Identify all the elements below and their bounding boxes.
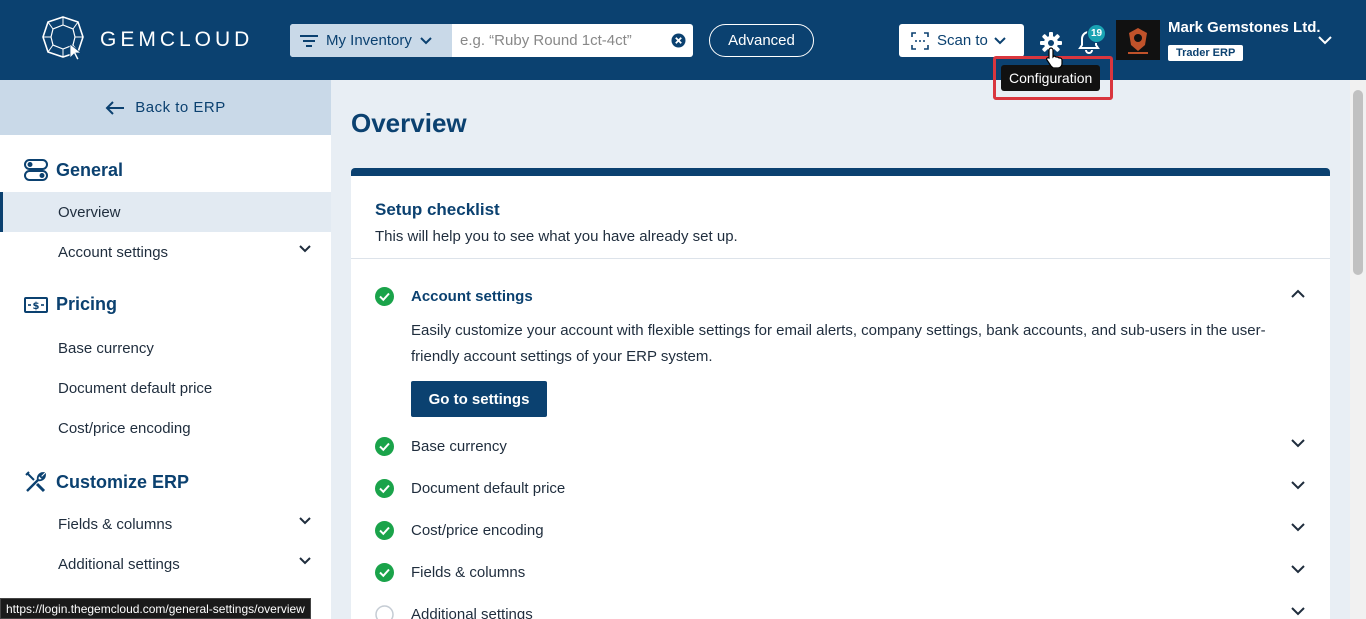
advanced-search-button[interactable]: Advanced — [709, 24, 814, 57]
hand-cursor-icon — [1046, 47, 1063, 68]
sidebar-item-fields-columns[interactable]: Fields & columns — [0, 504, 331, 544]
scan-to-dropdown[interactable]: Scan to — [899, 24, 1024, 57]
arrow-left-icon — [105, 100, 125, 115]
section-title: Pricing — [56, 294, 118, 314]
checklist-item-account-settings[interactable]: Account settings — [375, 281, 1305, 311]
sidebar-item-label: Overview — [58, 203, 121, 221]
sidebar-item-label: Fields & columns — [58, 515, 173, 533]
chevron-down-icon — [299, 557, 311, 565]
checklist-item-base-currency[interactable]: Base currency — [375, 431, 1305, 461]
go-to-settings-button[interactable]: Go to settings — [411, 381, 547, 417]
user-role-badge: Trader ERP — [1168, 45, 1244, 61]
close-circle-icon — [671, 33, 685, 48]
sidebar-item-base-currency[interactable]: Base currency — [0, 328, 331, 368]
scan-to-label: Scan to — [937, 32, 988, 49]
checklist-item-label: Cost/price encoding — [411, 521, 544, 539]
sidebar-item-label: Document default price — [58, 379, 213, 397]
avatar[interactable] — [1116, 20, 1160, 60]
sidebar-item-label: Additional settings — [58, 555, 180, 573]
setup-checklist-card: Setup checklist This will help you to se… — [351, 168, 1330, 619]
sidebar-section-customize-erp: Customize ERP — [24, 470, 189, 494]
checklist-item-label: Fields & columns — [411, 563, 526, 581]
sidebar-section-pricing: $ Pricing — [24, 294, 117, 315]
search-input[interactable] — [452, 24, 663, 57]
sidebar-item-overview[interactable]: Overview — [0, 192, 331, 232]
tools-icon — [25, 471, 46, 493]
sidebar-item-label: Cost/price encoding — [58, 419, 191, 437]
checklist-item-label: Base currency — [411, 437, 507, 455]
checklist-item-description: Easily customize your account with flexi… — [411, 322, 1266, 365]
sidebar-item-cost-price-encoding[interactable]: Cost/price encoding — [0, 408, 331, 448]
page-scrollbar[interactable] — [1350, 80, 1366, 619]
chevron-down-icon — [1291, 565, 1305, 574]
search-bar: My Inventory — [290, 24, 693, 57]
chevron-down-icon — [994, 36, 1006, 44]
checklist-item-label: Document default price — [411, 479, 566, 497]
configuration-tooltip: Configuration — [1001, 65, 1101, 91]
notification-count-badge: 19 — [1087, 24, 1106, 43]
sidebar-item-additional-settings[interactable]: Additional settings — [0, 544, 331, 584]
checklist-item-additional-settings[interactable]: Additional settings — [375, 599, 1305, 619]
checklist-item-label: Additional settings — [411, 605, 533, 619]
checklist-item-fields-columns[interactable]: Fields & columns — [375, 557, 1305, 587]
section-title: General — [56, 159, 124, 180]
check-circle-icon — [375, 436, 394, 456]
sidebar-section-general: General — [24, 158, 123, 182]
chevron-up-icon — [1291, 289, 1305, 298]
chevron-down-icon — [420, 36, 432, 44]
back-to-erp-label: Back to ERP — [135, 99, 226, 116]
top-header: GEMCLOUD My Inventory Advanced — [0, 0, 1366, 80]
section-title: Customize ERP — [56, 471, 190, 492]
filter-icon — [300, 34, 318, 47]
check-circle-icon — [375, 286, 394, 306]
empty-circle-icon — [375, 604, 394, 619]
divider — [351, 258, 1330, 259]
scrollbar-thumb[interactable] — [1353, 90, 1363, 275]
chevron-down-icon — [1291, 439, 1305, 448]
gemcloud-logo-icon[interactable] — [40, 14, 86, 60]
page-title: Overview — [351, 108, 467, 138]
sidebar: Back to ERP General Overview Account set… — [0, 80, 331, 619]
scan-icon — [911, 31, 929, 50]
sidebar-item-account-settings[interactable]: Account settings — [0, 232, 331, 272]
brand-name: GEMCLOUD — [100, 28, 254, 51]
chevron-down-icon — [1291, 607, 1305, 616]
checklist-title: Setup checklist — [375, 200, 500, 219]
chevron-down-icon — [299, 517, 311, 525]
inventory-scope-dropdown[interactable]: My Inventory — [290, 24, 452, 57]
checklist-item-cost-price-encoding[interactable]: Cost/price encoding — [375, 515, 1305, 545]
checklist-subtitle: This will help you to see what you have … — [375, 228, 738, 245]
check-circle-icon — [375, 478, 394, 498]
checklist-item-document-default-price[interactable]: Document default price — [375, 473, 1305, 503]
sidebar-item-label: Account settings — [58, 243, 169, 261]
toggles-icon — [24, 159, 48, 181]
check-circle-icon — [375, 562, 394, 582]
sidebar-item-label: Base currency — [58, 339, 154, 357]
chevron-down-icon — [299, 245, 311, 253]
money-icon: $ — [24, 296, 48, 313]
checklist-item-label: Account settings — [411, 287, 533, 305]
company-logo-icon — [1128, 28, 1148, 54]
svg-text:$: $ — [33, 301, 40, 312]
chevron-down-icon — [1291, 523, 1305, 532]
browser-status-url: https://login.thegemcloud.com/general-se… — [0, 598, 311, 619]
sidebar-item-document-default-price[interactable]: Document default price — [0, 368, 331, 408]
clear-search-button[interactable] — [663, 24, 693, 57]
back-to-erp-button[interactable]: Back to ERP — [0, 80, 331, 135]
chevron-down-icon — [1291, 481, 1305, 490]
user-name[interactable]: Mark Gemstones Ltd. — [1168, 19, 1321, 36]
check-circle-icon — [375, 520, 394, 540]
chevron-down-icon[interactable] — [1318, 36, 1332, 45]
inventory-scope-label: My Inventory — [326, 32, 412, 49]
